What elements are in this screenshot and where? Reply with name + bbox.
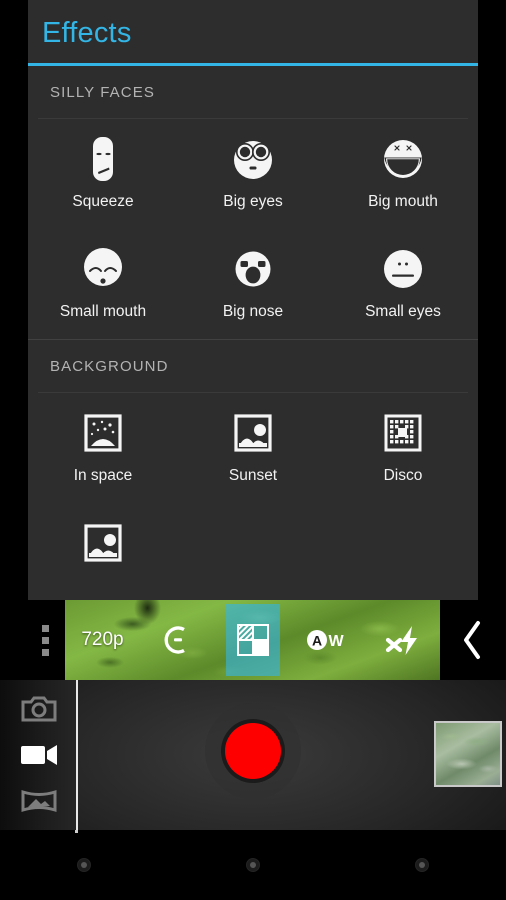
big-mouth-face-icon xyxy=(384,140,422,178)
shutter-core xyxy=(225,723,281,779)
effect-item-partial[interactable] xyxy=(28,503,178,600)
effect-item-in-space[interactable]: In space xyxy=(28,393,178,503)
effect-label: In space xyxy=(73,467,133,484)
viewfinder-options-bar: 720p A W xyxy=(65,600,440,680)
effect-item-small-mouth[interactable]: Small mouth xyxy=(28,229,178,339)
effect-item-small-eyes[interactable]: Small eyes xyxy=(328,229,478,339)
small-mouth-face-icon xyxy=(84,248,122,286)
page-title: Effects xyxy=(42,16,132,49)
effect-item-big-eyes[interactable]: Big eyes xyxy=(178,119,328,229)
camera-icon xyxy=(21,696,56,722)
panorama-icon xyxy=(21,789,56,813)
small-eyes-face-icon xyxy=(384,250,422,288)
viewfinder-option-flash[interactable] xyxy=(365,600,440,680)
section-header-silly-faces: SILLY FACES xyxy=(50,83,155,101)
background-grid: In space Sunset Disco xyxy=(28,393,478,600)
chevron-left-icon xyxy=(464,621,480,659)
effect-item-disco[interactable]: Disco xyxy=(328,393,478,503)
effect-item-sunset[interactable]: Sunset xyxy=(178,393,328,503)
video-camera-icon xyxy=(20,745,57,765)
mode-button-video[interactable] xyxy=(12,732,66,778)
effect-label: Big nose xyxy=(222,303,284,320)
effects-grid-icon xyxy=(236,624,269,656)
record-button[interactable] xyxy=(205,703,301,799)
mode-button-panorama[interactable] xyxy=(12,778,66,824)
viewfinder-option-resolution[interactable]: 720p xyxy=(65,600,140,680)
squeeze-face-icon xyxy=(93,137,113,181)
big-nose-face-icon xyxy=(235,251,271,287)
viewfinder-option-effects[interactable] xyxy=(215,600,290,680)
effect-item-squeeze[interactable]: Squeeze xyxy=(28,119,178,229)
effect-item-big-nose[interactable]: Big nose xyxy=(178,229,328,339)
flash-off-icon xyxy=(385,626,417,655)
countdown-timer-icon xyxy=(164,626,185,654)
effect-label: Disco xyxy=(383,467,423,484)
effects-panel: Effects SILLY FACES Squeeze Big eyes Big… xyxy=(28,0,478,600)
mode-rail-edge xyxy=(76,680,78,830)
effect-label: Big eyes xyxy=(223,193,283,210)
landscape-picture-icon xyxy=(234,414,272,452)
android-nav-bar xyxy=(0,830,506,900)
viewfinder-strip: 720p A W xyxy=(0,600,506,680)
effect-item-big-mouth[interactable]: Big mouth xyxy=(328,119,478,229)
effect-label: Small eyes xyxy=(365,303,441,320)
auto-white-balance-icon: A W xyxy=(306,630,344,650)
nav-caret xyxy=(75,830,78,833)
nav-home-dot-icon xyxy=(246,858,260,872)
nav-back-button[interactable] xyxy=(0,830,169,900)
svg-text:W: W xyxy=(328,633,344,650)
nav-back-dot-icon xyxy=(77,858,92,872)
nav-recent-button[interactable] xyxy=(337,830,506,900)
collapse-panel-button[interactable] xyxy=(446,600,498,680)
viewfinder-option-timer[interactable] xyxy=(140,600,215,680)
landscape-picture-icon xyxy=(84,524,122,562)
viewfinder-option-white-balance[interactable]: A W xyxy=(290,600,365,680)
big-eyes-face-icon xyxy=(234,141,272,179)
header-accent-rule xyxy=(28,63,478,66)
overflow-dot-icon xyxy=(41,624,49,632)
stars-picture-icon xyxy=(84,414,122,452)
effect-label: Squeeze xyxy=(72,193,134,210)
section-header-background: BACKGROUND xyxy=(50,357,169,375)
overflow-dot-icon xyxy=(41,648,49,656)
effect-label: Small mouth xyxy=(59,303,147,320)
nav-recent-dot-icon xyxy=(414,858,429,872)
capture-mode-rail xyxy=(0,680,77,830)
resolution-label: 720p xyxy=(81,629,124,650)
effects-panel-header: Effects xyxy=(28,0,478,66)
camera-control-bar xyxy=(0,680,506,830)
last-capture-thumbnail[interactable] xyxy=(434,721,502,787)
overflow-menu-button[interactable] xyxy=(26,600,64,680)
overflow-dot-icon xyxy=(41,636,49,644)
effect-label: Big mouth xyxy=(368,193,438,210)
svg-text:A: A xyxy=(311,633,321,649)
silly-faces-grid: Squeeze Big eyes Big mouth Small mouth B… xyxy=(28,119,478,339)
disco-grid-icon xyxy=(384,414,422,452)
nav-home-button[interactable] xyxy=(169,830,338,900)
mode-button-photo[interactable] xyxy=(12,686,66,732)
effect-label: Sunset xyxy=(228,467,278,484)
